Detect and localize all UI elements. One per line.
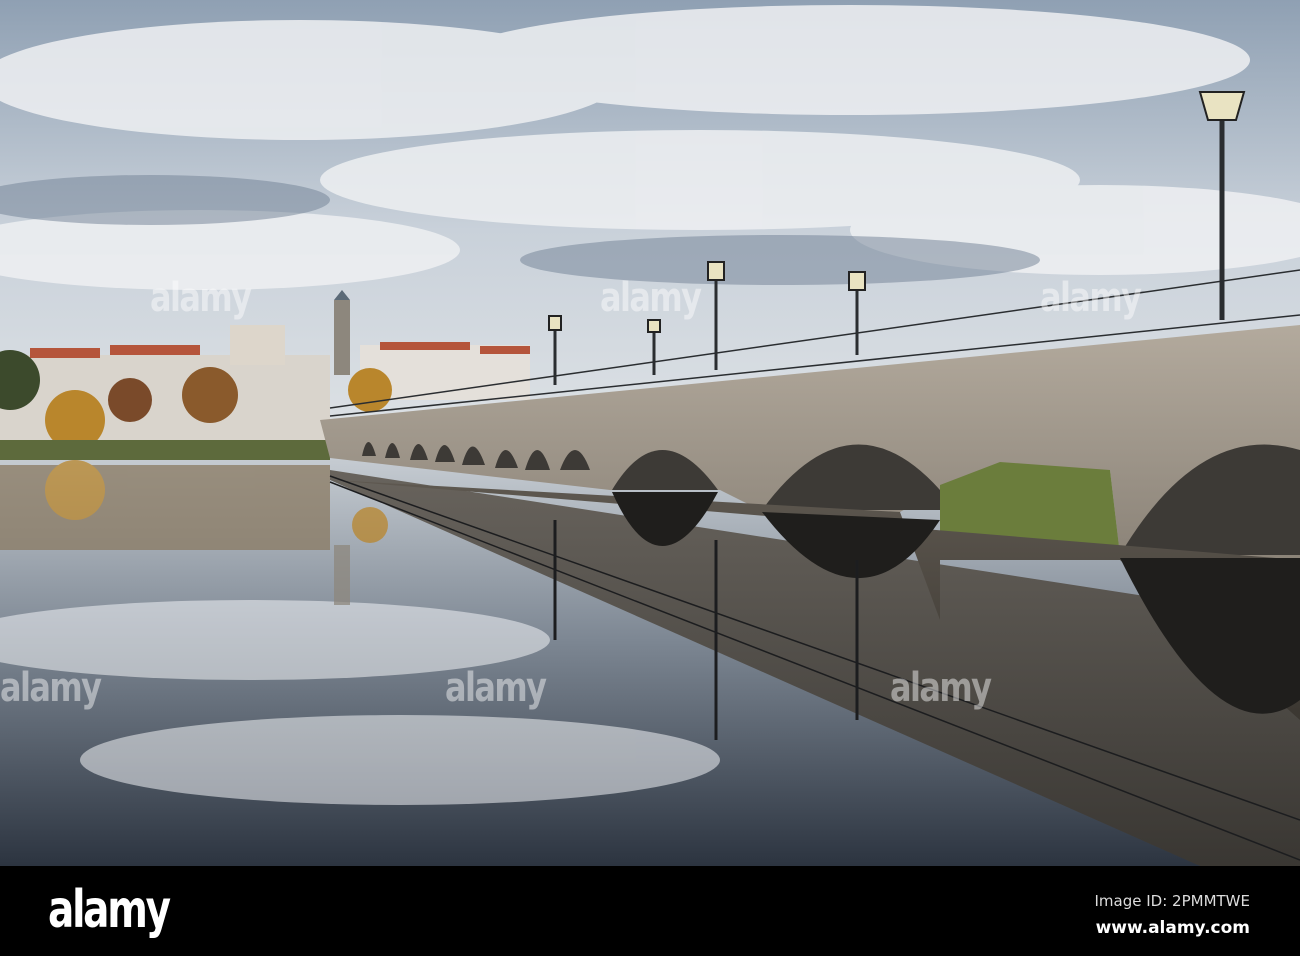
- image-id: Image ID: 2PMMTWE: [1094, 892, 1251, 910]
- watermark: alamy: [445, 665, 547, 711]
- watermark: alamy: [600, 275, 702, 321]
- river-bridge-photo: [0, 0, 1300, 866]
- footer-bar: alamy Image ID: 2PMMTWE www.alamy.com: [0, 866, 1300, 956]
- church-tower: [334, 300, 350, 375]
- watermark: alamy: [1040, 275, 1142, 321]
- stock-photo: alamy alamy alamy alamy alamy alamy alam…: [0, 0, 1300, 956]
- watermark: alamy: [890, 665, 992, 711]
- watermark: alamy: [150, 275, 252, 321]
- watermark: alamy: [0, 665, 102, 711]
- site-url[interactable]: www.alamy.com: [1096, 918, 1250, 938]
- alamy-logo: alamy: [48, 880, 171, 940]
